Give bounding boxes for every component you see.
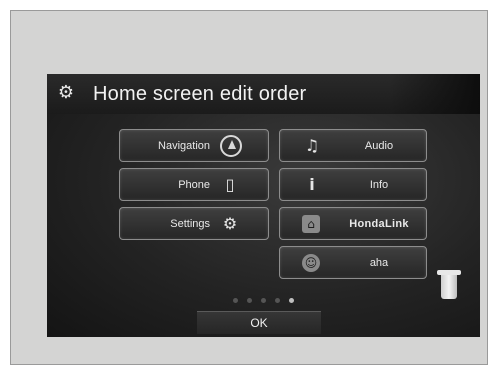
- tile-hondalink[interactable]: ⌂ HondaLink: [279, 207, 427, 240]
- info-icon: i: [309, 175, 315, 194]
- tile-settings[interactable]: Settings ⚙: [119, 207, 269, 240]
- manual-illustration-frame: ⚙ Home screen edit order Navigation Phon…: [10, 10, 488, 365]
- page-dot-active: [289, 298, 294, 303]
- tile-aha[interactable]: ☺ aha: [279, 246, 427, 279]
- tile-navigation[interactable]: Navigation: [119, 129, 269, 162]
- tile-info[interactable]: i Info: [279, 168, 427, 201]
- aha-icon: ☺: [302, 254, 320, 272]
- phone-icon: ▯: [225, 175, 235, 194]
- tile-label: Settings: [170, 218, 210, 230]
- title-bar: ⚙ Home screen edit order: [47, 74, 480, 114]
- tile-audio[interactable]: ♫ Audio: [279, 129, 427, 162]
- page-dot: [275, 298, 280, 303]
- tile-label: Info: [369, 179, 389, 191]
- title-bar-shade: [390, 74, 480, 114]
- trash-can-icon[interactable]: [437, 270, 461, 300]
- tile-label: Phone: [178, 179, 210, 191]
- hondalink-icon: ⌂: [302, 215, 320, 233]
- trash-body: [441, 275, 457, 299]
- tile-phone[interactable]: Phone ▯: [119, 168, 269, 201]
- navigation-compass-icon: [220, 135, 242, 157]
- gear-icon: ⚙: [57, 82, 75, 103]
- page-dot: [247, 298, 252, 303]
- tile-label: HondaLink: [349, 218, 409, 230]
- page-dot: [261, 298, 266, 303]
- ok-button[interactable]: OK: [197, 311, 321, 334]
- tile-label: aha: [369, 257, 389, 269]
- page-indicator: [233, 298, 303, 306]
- gear-icon: ⚙: [222, 214, 238, 233]
- tile-label: Navigation: [158, 140, 210, 152]
- page-title: Home screen edit order: [93, 83, 307, 105]
- tile-label: Audio: [364, 140, 394, 152]
- page-dot: [233, 298, 238, 303]
- music-note-icon: ♫: [304, 136, 320, 155]
- home-screen-edit-display: ⚙ Home screen edit order Navigation Phon…: [47, 74, 480, 337]
